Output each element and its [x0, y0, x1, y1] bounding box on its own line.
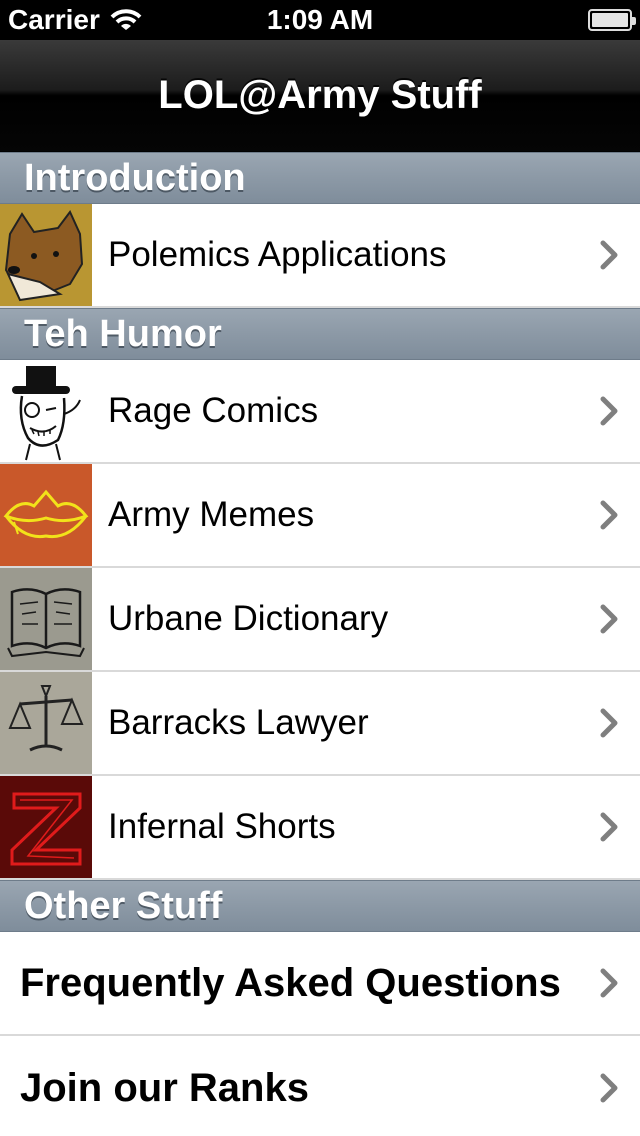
row-label: Polemics Applications: [108, 235, 447, 274]
chevron-right-icon: [600, 240, 618, 270]
section-header-introduction: Introduction: [0, 152, 640, 204]
table-view: Introduction Polemics Applications Teh H…: [0, 152, 640, 1136]
list-item-army-memes[interactable]: Army Memes: [0, 464, 640, 568]
row-label: Army Memes: [108, 495, 315, 534]
top-hat-meme-icon: [0, 360, 92, 462]
book-icon: [0, 568, 92, 670]
list-item-barracks-lawyer[interactable]: Barracks Lawyer: [0, 672, 640, 776]
list-item-faq[interactable]: Frequently Asked Questions: [0, 932, 640, 1036]
chevron-right-icon: [600, 812, 618, 842]
row-label: Barracks Lawyer: [108, 703, 369, 742]
list-item-join-our-ranks[interactable]: Join our Ranks: [0, 1036, 640, 1136]
battery-icon: [588, 9, 636, 31]
list-item-rage-comics[interactable]: Rage Comics: [0, 360, 640, 464]
chevron-right-icon: [600, 500, 618, 530]
chevron-right-icon: [600, 1073, 618, 1103]
row-label: Rage Comics: [108, 391, 319, 430]
row-label: Infernal Shorts: [108, 807, 336, 846]
list-item-infernal-shorts[interactable]: Infernal Shorts: [0, 776, 640, 880]
z-letter-icon: [0, 776, 92, 878]
bear-icon: [0, 204, 92, 306]
row-label: Urbane Dictionary: [108, 599, 389, 638]
chevron-right-icon: [600, 708, 618, 738]
status-bar: Carrier 1:09 AM: [0, 0, 640, 40]
list-item-urbane-dictionary[interactable]: Urbane Dictionary: [0, 568, 640, 672]
section-header-other-stuff: Other Stuff: [0, 880, 640, 932]
lips-icon: [0, 464, 92, 566]
page-title: LOL@Army Stuff: [158, 73, 482, 117]
scales-icon: [0, 672, 92, 774]
status-left: Carrier: [8, 4, 142, 36]
navigation-bar: LOL@Army Stuff: [0, 40, 640, 152]
carrier-label: Carrier: [8, 4, 100, 35]
chevron-right-icon: [600, 396, 618, 426]
row-label: Frequently Asked Questions: [20, 960, 561, 1005]
wifi-icon: [110, 9, 142, 30]
chevron-right-icon: [600, 968, 618, 998]
section-header-teh-humor: Teh Humor: [0, 308, 640, 360]
chevron-right-icon: [600, 604, 618, 634]
list-item-polemics-applications[interactable]: Polemics Applications: [0, 204, 640, 308]
row-label: Join our Ranks: [20, 1065, 309, 1110]
